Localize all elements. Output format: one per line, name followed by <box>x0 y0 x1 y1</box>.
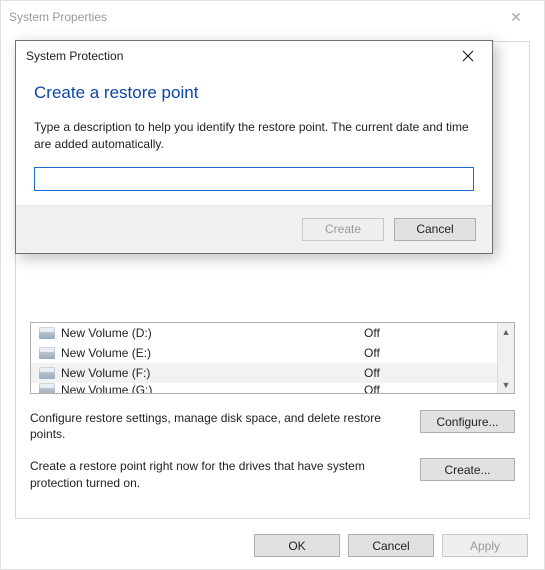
restore-point-description-input[interactable] <box>34 167 474 191</box>
dialog-headline: Create a restore point <box>34 83 474 103</box>
drive-status: Off <box>364 366 514 380</box>
system-protection-dialog: System Protection Create a restore point… <box>15 40 493 254</box>
drive-icon <box>39 347 55 359</box>
dialog-body: Create a restore point Type a descriptio… <box>16 71 492 206</box>
create-row: Create a restore point right now for the… <box>30 458 515 490</box>
scroll-down-icon[interactable]: ▼ <box>498 376 514 393</box>
ok-button[interactable]: OK <box>254 534 340 557</box>
drive-icon <box>39 327 55 339</box>
drive-name: New Volume (G:) <box>61 383 364 393</box>
configure-row: Configure restore settings, manage disk … <box>30 410 515 442</box>
drive-name: New Volume (E:) <box>61 346 364 360</box>
configure-text: Configure restore settings, manage disk … <box>30 410 420 442</box>
scrollbar[interactable]: ▲ ▼ <box>497 323 514 393</box>
create-restore-point-button[interactable]: Create... <box>420 458 515 481</box>
dialog-titlebar: System Protection <box>16 41 492 71</box>
cancel-button[interactable]: Cancel <box>394 218 476 241</box>
table-row[interactable]: New Volume (G:) Off <box>31 383 514 393</box>
dialog-description: Type a description to help you identify … <box>34 119 474 153</box>
parent-close-icon[interactable]: ✕ <box>496 9 536 26</box>
drive-icon <box>39 383 55 393</box>
parent-titlebar: System Properties ✕ <box>1 1 544 33</box>
drive-section: New Volume (D:) Off New Volume (E:) Off … <box>30 322 515 491</box>
apply-button: Apply <box>442 534 528 557</box>
drive-icon <box>39 367 55 379</box>
scroll-up-icon[interactable]: ▲ <box>498 323 514 340</box>
dialog-footer: Create Cancel <box>16 206 492 253</box>
cancel-button[interactable]: Cancel <box>348 534 434 557</box>
table-row[interactable]: New Volume (F:) Off <box>31 363 514 383</box>
drive-list[interactable]: New Volume (D:) Off New Volume (E:) Off … <box>30 322 515 394</box>
table-row[interactable]: New Volume (E:) Off <box>31 343 514 363</box>
parent-title: System Properties <box>9 10 496 24</box>
table-row[interactable]: New Volume (D:) Off <box>31 323 514 343</box>
close-button[interactable] <box>454 45 482 67</box>
close-icon <box>462 50 474 62</box>
dialog-button-bar: OK Cancel Apply <box>254 534 528 557</box>
drive-name: New Volume (D:) <box>61 326 364 340</box>
create-text: Create a restore point right now for the… <box>30 458 420 490</box>
drive-status: Off <box>364 326 514 340</box>
drive-status: Off <box>364 346 514 360</box>
configure-button[interactable]: Configure... <box>420 410 515 433</box>
drive-name: New Volume (F:) <box>61 366 364 380</box>
drive-status: Off <box>364 383 514 393</box>
dialog-title: System Protection <box>26 49 454 63</box>
create-button[interactable]: Create <box>302 218 384 241</box>
